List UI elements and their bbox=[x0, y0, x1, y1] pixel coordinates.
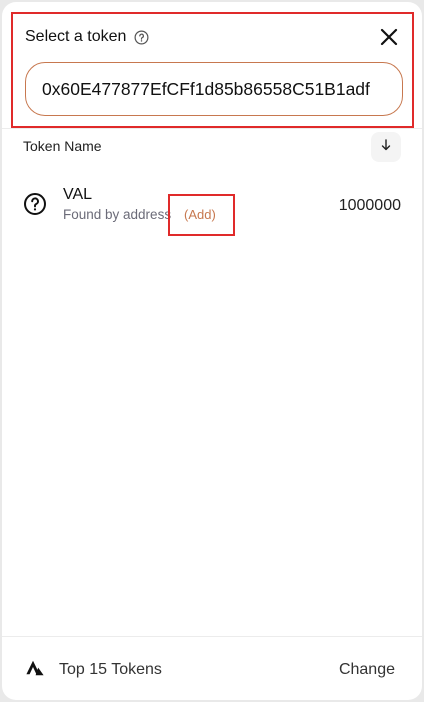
modal-title: Select a token bbox=[25, 28, 127, 45]
add-token-link[interactable]: (Add) bbox=[184, 207, 216, 222]
header-highlight: Select a token bbox=[11, 12, 414, 128]
question-circle-icon bbox=[23, 192, 47, 216]
header-divider bbox=[2, 128, 422, 129]
change-list-button[interactable]: Change bbox=[339, 661, 395, 679]
sort-button[interactable] bbox=[371, 132, 401, 162]
search-input[interactable] bbox=[25, 62, 403, 116]
modal-footer: Top 15 Tokens Change bbox=[2, 637, 422, 700]
arrow-down-icon bbox=[380, 138, 392, 156]
token-symbol: VAL bbox=[63, 186, 93, 203]
token-select-modal: Select a token Token Name bbox=[2, 2, 422, 700]
column-header-token-name: Token Name bbox=[23, 138, 102, 154]
close-icon[interactable] bbox=[378, 26, 400, 48]
modal-header: Select a token bbox=[25, 26, 400, 48]
help-circle-icon[interactable] bbox=[134, 30, 149, 45]
token-subtitle: Found by address bbox=[63, 207, 172, 222]
token-list-logo-icon bbox=[26, 660, 44, 676]
token-list-name: Top 15 Tokens bbox=[59, 661, 162, 678]
token-balance: 1000000 bbox=[338, 197, 401, 214]
token-row[interactable]: VAL Found by address (Add) 1000000 bbox=[2, 176, 422, 236]
